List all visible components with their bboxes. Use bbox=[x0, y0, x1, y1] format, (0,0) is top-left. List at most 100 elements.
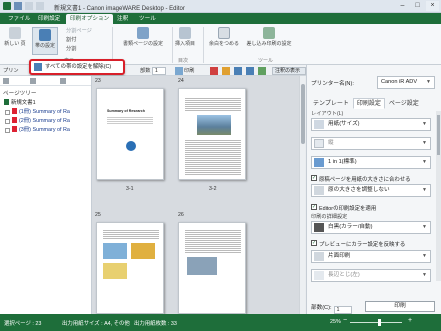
tab-template[interactable]: テンプレート bbox=[309, 98, 353, 109]
fit-icon bbox=[314, 186, 324, 195]
pdf-icon bbox=[12, 108, 17, 114]
zoom-out-icon[interactable]: − bbox=[343, 317, 347, 324]
tab-print-options[interactable]: 印刷オプション bbox=[66, 14, 114, 24]
page-preview-area[interactable]: 23 24 Summary of Research 3-1 3-2 25 26 bbox=[92, 76, 305, 314]
page-thumbnail[interactable] bbox=[96, 222, 164, 314]
checkbox-box[interactable]: ✓ bbox=[311, 204, 317, 210]
binding-select[interactable]: 長辺とじ(左) ▼ bbox=[311, 269, 431, 282]
document-settings-label: 書類ページの設定 bbox=[123, 41, 163, 47]
logo-icon bbox=[126, 141, 136, 151]
tree-root[interactable]: 新規文書1 bbox=[2, 99, 90, 108]
color-preview-label: プレビューにカラー設定を反映する bbox=[319, 242, 406, 248]
undo-icon[interactable] bbox=[25, 2, 33, 10]
tree-tool-icon[interactable] bbox=[3, 78, 9, 84]
tree-tool-icon[interactable] bbox=[30, 78, 36, 84]
quick-access-toolbar bbox=[3, 2, 44, 10]
paper-icon bbox=[314, 120, 324, 129]
maximize-button[interactable]: □ bbox=[411, 1, 424, 11]
tab-file[interactable]: ファイル bbox=[4, 14, 34, 24]
title-bar: 新規文書1 - Canon imageWARE Desktop - Editor… bbox=[0, 0, 441, 13]
mail-merge-label: 差し込み印刷の設定 bbox=[246, 41, 292, 47]
tab-page-setting[interactable]: ページ設定 bbox=[385, 98, 423, 109]
tree-item[interactable]: (2冊) Summary of Ra bbox=[2, 117, 90, 126]
chevron-down-icon: ▼ bbox=[422, 159, 427, 165]
paper-size-select[interactable]: 用紙(サイズ) ▼ bbox=[311, 118, 431, 131]
fit-paper-checkbox[interactable]: ✓ 原稿ページを用紙の大きさに合わせる bbox=[311, 175, 411, 183]
selected-page-status: 選択ページ : 23 bbox=[4, 321, 42, 327]
page-thumbnail[interactable]: Summary of Research bbox=[96, 88, 164, 180]
expand-icon[interactable] bbox=[5, 128, 10, 133]
print-icon[interactable] bbox=[175, 67, 183, 75]
expand-icon[interactable] bbox=[5, 119, 10, 124]
chevron-down-icon: ▼ bbox=[422, 272, 427, 278]
insert-item-button[interactable]: 挿入項目 bbox=[174, 27, 196, 47]
flip-icon[interactable] bbox=[246, 67, 254, 75]
pages-per-sheet-select[interactable]: 1 in 1(標準) ▼ bbox=[311, 156, 431, 169]
checkbox-box[interactable]: ✓ bbox=[311, 240, 317, 246]
new-page-button[interactable]: 新しい 頁 bbox=[4, 27, 26, 47]
page-tree-pane: ページツリー 新規文書1 (1冊) Summary of Ra (2冊) Sum… bbox=[0, 76, 92, 314]
tree-item[interactable]: (3冊) Summary of Ra bbox=[2, 126, 90, 135]
redo-icon[interactable] bbox=[36, 2, 44, 10]
preview-scrollbar[interactable] bbox=[299, 76, 305, 314]
expand-icon[interactable] bbox=[5, 110, 10, 115]
color-mode-select[interactable]: 白黒(カラー/自動) ▼ bbox=[311, 221, 431, 234]
document-icon bbox=[4, 99, 9, 105]
page-thumbnail[interactable] bbox=[178, 88, 246, 180]
page-photo bbox=[131, 243, 155, 259]
zoom-in-icon[interactable]: + bbox=[408, 317, 412, 324]
clear-all-bands-tooltip[interactable]: すべての帯の設定を解除(C) bbox=[29, 59, 125, 75]
print-button[interactable]: 印刷 bbox=[365, 301, 435, 312]
page-number: 24 bbox=[178, 78, 184, 84]
color-icon[interactable] bbox=[210, 67, 218, 75]
clear-bands-label: すべての帯の設定を解除(C) bbox=[45, 64, 112, 70]
orientation-select[interactable]: 縦 ▼ bbox=[311, 137, 431, 150]
annotation-display-button[interactable]: 注釈の表示 bbox=[272, 67, 306, 75]
copies-label: 部数 bbox=[140, 68, 151, 74]
page-tree-title: ページツリー bbox=[3, 91, 37, 97]
split-page-item[interactable]: 分割ページ bbox=[66, 27, 92, 34]
minimize-button[interactable]: – bbox=[396, 1, 409, 11]
duplex-select[interactable]: 片面印刷 ▼ bbox=[311, 250, 431, 263]
page-photo bbox=[103, 243, 127, 259]
paper-count-status: 出力用紙枚数 : 33 bbox=[134, 321, 177, 327]
save-icon[interactable] bbox=[14, 2, 22, 10]
document-settings-icon bbox=[137, 27, 149, 39]
close-button[interactable]: × bbox=[426, 1, 439, 11]
checkbox-box[interactable]: ✓ bbox=[311, 175, 317, 181]
page-thumbnail[interactable] bbox=[178, 222, 246, 314]
chevron-down-icon: ▼ bbox=[426, 79, 431, 85]
group-label-toc: 目次 bbox=[178, 58, 189, 64]
tree-item-label: (1冊) Summary of Ra bbox=[19, 109, 70, 115]
page-number: 26 bbox=[178, 212, 184, 218]
tree-tool-icon[interactable] bbox=[60, 78, 66, 84]
copies-field[interactable]: 1 bbox=[333, 306, 352, 314]
tab-tools[interactable]: ツール bbox=[135, 14, 160, 24]
mail-merge-button[interactable]: 差し込み印刷の設定 bbox=[244, 27, 294, 47]
scrollbar-thumb[interactable] bbox=[437, 115, 440, 155]
band-settings-button[interactable]: 帯の設定 bbox=[32, 27, 58, 55]
printer-select[interactable]: Canon iR ADV ▼ bbox=[377, 76, 435, 89]
edit-icon[interactable] bbox=[222, 67, 230, 75]
split-item[interactable]: 分割 bbox=[66, 45, 76, 52]
zoom-slider[interactable] bbox=[350, 322, 402, 323]
tab-print-setting[interactable]: 印刷設定 bbox=[352, 98, 385, 109]
settings-scrollbar[interactable] bbox=[436, 111, 441, 281]
tree-item[interactable]: (1冊) Summary of Ra bbox=[2, 108, 90, 117]
layout-item[interactable]: 割付 bbox=[66, 36, 76, 43]
scrollbar-thumb[interactable] bbox=[301, 84, 305, 144]
rotate-icon[interactable] bbox=[234, 67, 242, 75]
zoom-slider-handle[interactable] bbox=[378, 319, 381, 326]
duplex-value: 片面印刷 bbox=[328, 253, 351, 259]
page-text-lines bbox=[185, 139, 241, 175]
document-page-settings-button[interactable]: 書類ページの設定 bbox=[116, 27, 170, 47]
grid-icon[interactable] bbox=[258, 67, 266, 75]
fit-option-select[interactable]: 原の大きさを調整しない ▼ bbox=[311, 184, 431, 197]
tab-print-settings[interactable]: 印刷設定 bbox=[34, 14, 64, 24]
tab-annotation[interactable]: 注釈 bbox=[113, 14, 132, 24]
apply-editor-settings-checkbox[interactable]: ✓ Editorの印刷設定を適用 bbox=[311, 204, 376, 212]
trim-margin-button[interactable]: 余白をつめる bbox=[208, 27, 240, 47]
copies-input[interactable]: 1 bbox=[152, 67, 166, 75]
color-preview-checkbox[interactable]: ✓ プレビューにカラー設定を反映する bbox=[311, 240, 405, 248]
page-text-lines bbox=[185, 97, 241, 111]
